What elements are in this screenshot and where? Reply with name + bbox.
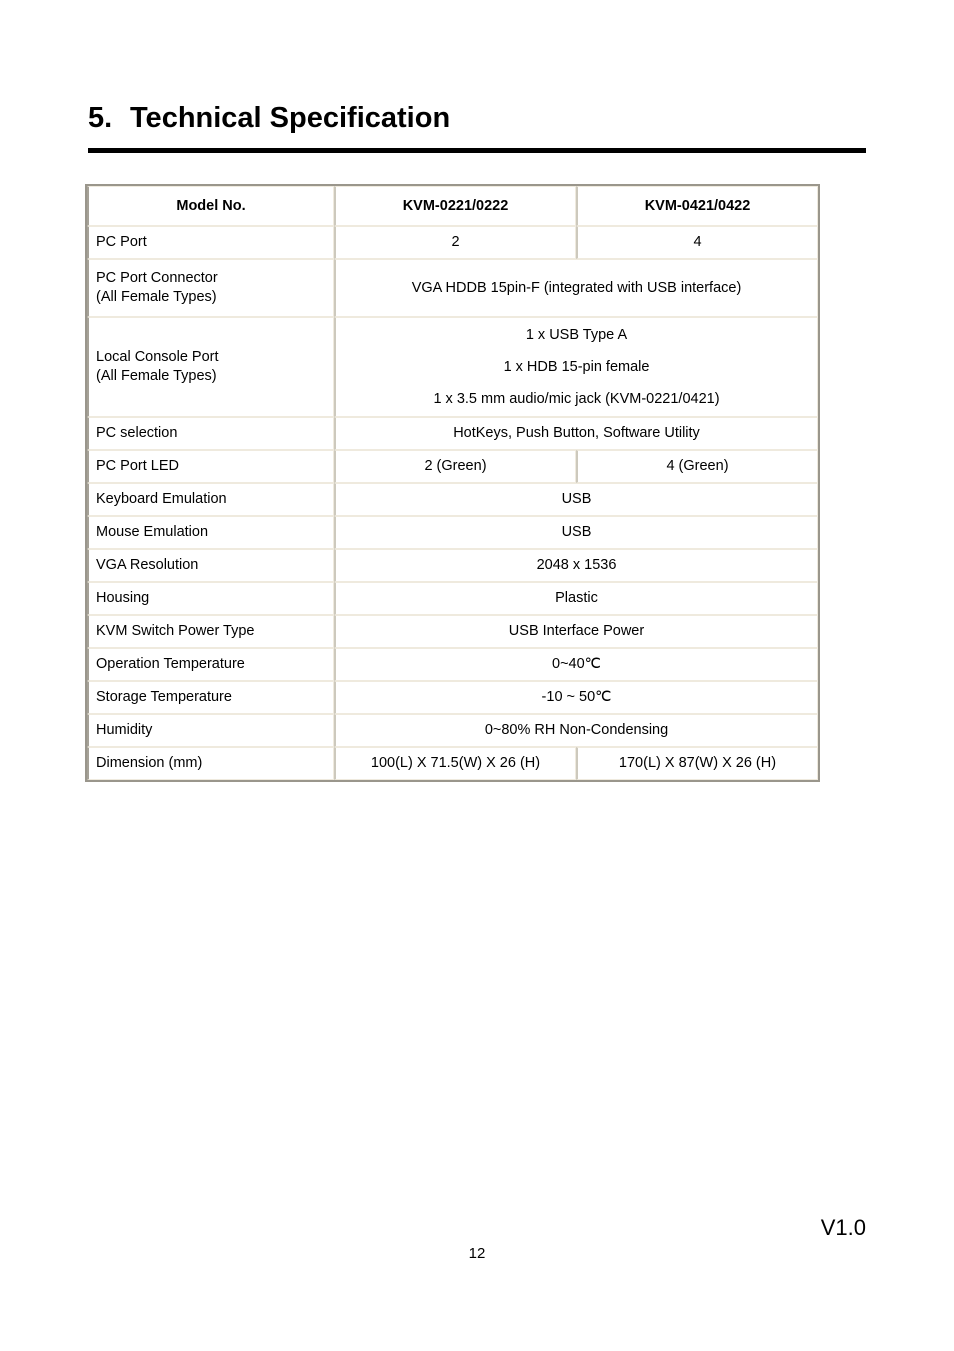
row-label-pc-selection: PC selection bbox=[87, 417, 334, 450]
row-value-line3: 1 x 3.5 mm audio/mic jack (KVM-0221/0421… bbox=[433, 390, 720, 407]
table-row: VGA Resolution 2048 x 1536 bbox=[87, 549, 818, 582]
heading-underline bbox=[88, 148, 866, 153]
table-row: PC Port Connector (All Female Types) VGA… bbox=[87, 259, 818, 317]
row-value-operation-temperature: 0~40℃ bbox=[334, 648, 818, 681]
row-value-mouse-emulation: USB bbox=[334, 516, 818, 549]
row-value-pc-port-connector: VGA HDDB 15pin-F (integrated with USB in… bbox=[334, 259, 818, 317]
row-value-keyboard-emulation: USB bbox=[334, 483, 818, 516]
table-row: Mouse Emulation USB bbox=[87, 516, 818, 549]
row-value-line2: 1 x HDB 15-pin female bbox=[503, 358, 650, 375]
table-row: Operation Temperature 0~40℃ bbox=[87, 648, 818, 681]
row-label-operation-temperature: Operation Temperature bbox=[87, 648, 334, 681]
table-body: Model No. KVM-0221/0222 KVM-0421/0422 PC… bbox=[87, 186, 818, 780]
page-title: 5. Technical Specification bbox=[88, 100, 868, 136]
table-row: PC Port LED 2 (Green) 4 (Green) bbox=[87, 450, 818, 483]
table-row: Housing Plastic bbox=[87, 582, 818, 615]
row-label-line2: (All Female Types) bbox=[96, 368, 217, 384]
header-cell-model-no: Model No. bbox=[87, 186, 334, 226]
page-number: 12 bbox=[468, 1245, 486, 1262]
row-label-pc-port-led: PC Port LED bbox=[87, 450, 334, 483]
row-value-dimension-a: 100(L) X 71.5(W) X 26 (H) bbox=[334, 747, 576, 780]
table-row: KVM Switch Power Type USB Interface Powe… bbox=[87, 615, 818, 648]
row-value-dimension-b: 170(L) X 87(W) X 26 (H) bbox=[576, 747, 818, 780]
table-row: PC selection HotKeys, Push Button, Softw… bbox=[87, 417, 818, 450]
row-value-kvm-switch-power-type: USB Interface Power bbox=[334, 615, 818, 648]
row-value-pc-port-led-a: 2 (Green) bbox=[334, 450, 576, 483]
row-label-pc-port-connector: PC Port Connector (All Female Types) bbox=[87, 259, 334, 317]
document-page: 5. Technical Specification Model No. KVM-… bbox=[0, 0, 954, 1351]
heading-number: 5. bbox=[88, 102, 113, 134]
header-cell-model-b: KVM-0421/0422 bbox=[576, 186, 818, 226]
table-row: Local Console Port (All Female Types) 1 … bbox=[87, 317, 818, 417]
row-value-storage-temperature: -10 ~ 50℃ bbox=[334, 681, 818, 714]
row-value-pc-selection: HotKeys, Push Button, Software Utility bbox=[334, 417, 818, 450]
table-row: Dimension (mm) 100(L) X 71.5(W) X 26 (H)… bbox=[87, 747, 818, 780]
row-label-local-console-port: Local Console Port (All Female Types) bbox=[87, 317, 334, 417]
row-value-local-console-port: 1 x USB Type A 1 x HDB 15-pin female 1 x… bbox=[334, 317, 818, 417]
header-cell-model-a: KVM-0221/0222 bbox=[334, 186, 576, 226]
row-label-keyboard-emulation: Keyboard Emulation bbox=[87, 483, 334, 516]
row-value-housing: Plastic bbox=[334, 582, 818, 615]
row-label-vga-resolution: VGA Resolution bbox=[87, 549, 334, 582]
table-row: Humidity 0~80% RH Non-Condensing bbox=[87, 714, 818, 747]
row-label-dimension: Dimension (mm) bbox=[87, 747, 334, 780]
heading-text: Technical Specification bbox=[130, 102, 451, 134]
row-label-housing: Housing bbox=[87, 582, 334, 615]
row-label-line2: (All Female Types) bbox=[96, 289, 217, 305]
row-label-line1: Local Console Port bbox=[96, 349, 219, 365]
row-label-line1: PC Port Connector bbox=[96, 270, 218, 286]
document-version: V1.0 bbox=[820, 1215, 866, 1240]
row-label-pc-port: PC Port bbox=[87, 226, 334, 259]
row-value-line1: 1 x USB Type A bbox=[525, 326, 628, 343]
table-row: PC Port 2 4 bbox=[87, 226, 818, 259]
specification-table: Model No. KVM-0221/0222 KVM-0421/0422 PC… bbox=[85, 184, 820, 782]
row-label-humidity: Humidity bbox=[87, 714, 334, 747]
table-header-row: Model No. KVM-0221/0222 KVM-0421/0422 bbox=[87, 186, 818, 226]
specification-table-container: Model No. KVM-0221/0222 KVM-0421/0422 PC… bbox=[85, 184, 820, 782]
row-value-humidity: 0~80% RH Non-Condensing bbox=[334, 714, 818, 747]
row-value-vga-resolution: 2048 x 1536 bbox=[334, 549, 818, 582]
table-row: Keyboard Emulation USB bbox=[87, 483, 818, 516]
row-value-pc-port-a: 2 bbox=[334, 226, 576, 259]
row-label-storage-temperature: Storage Temperature bbox=[87, 681, 334, 714]
table-row: Storage Temperature -10 ~ 50℃ bbox=[87, 681, 818, 714]
row-label-kvm-switch-power-type: KVM Switch Power Type bbox=[87, 615, 334, 648]
row-value-pc-port-led-b: 4 (Green) bbox=[576, 450, 818, 483]
row-label-mouse-emulation: Mouse Emulation bbox=[87, 516, 334, 549]
row-value-pc-port-b: 4 bbox=[576, 226, 818, 259]
